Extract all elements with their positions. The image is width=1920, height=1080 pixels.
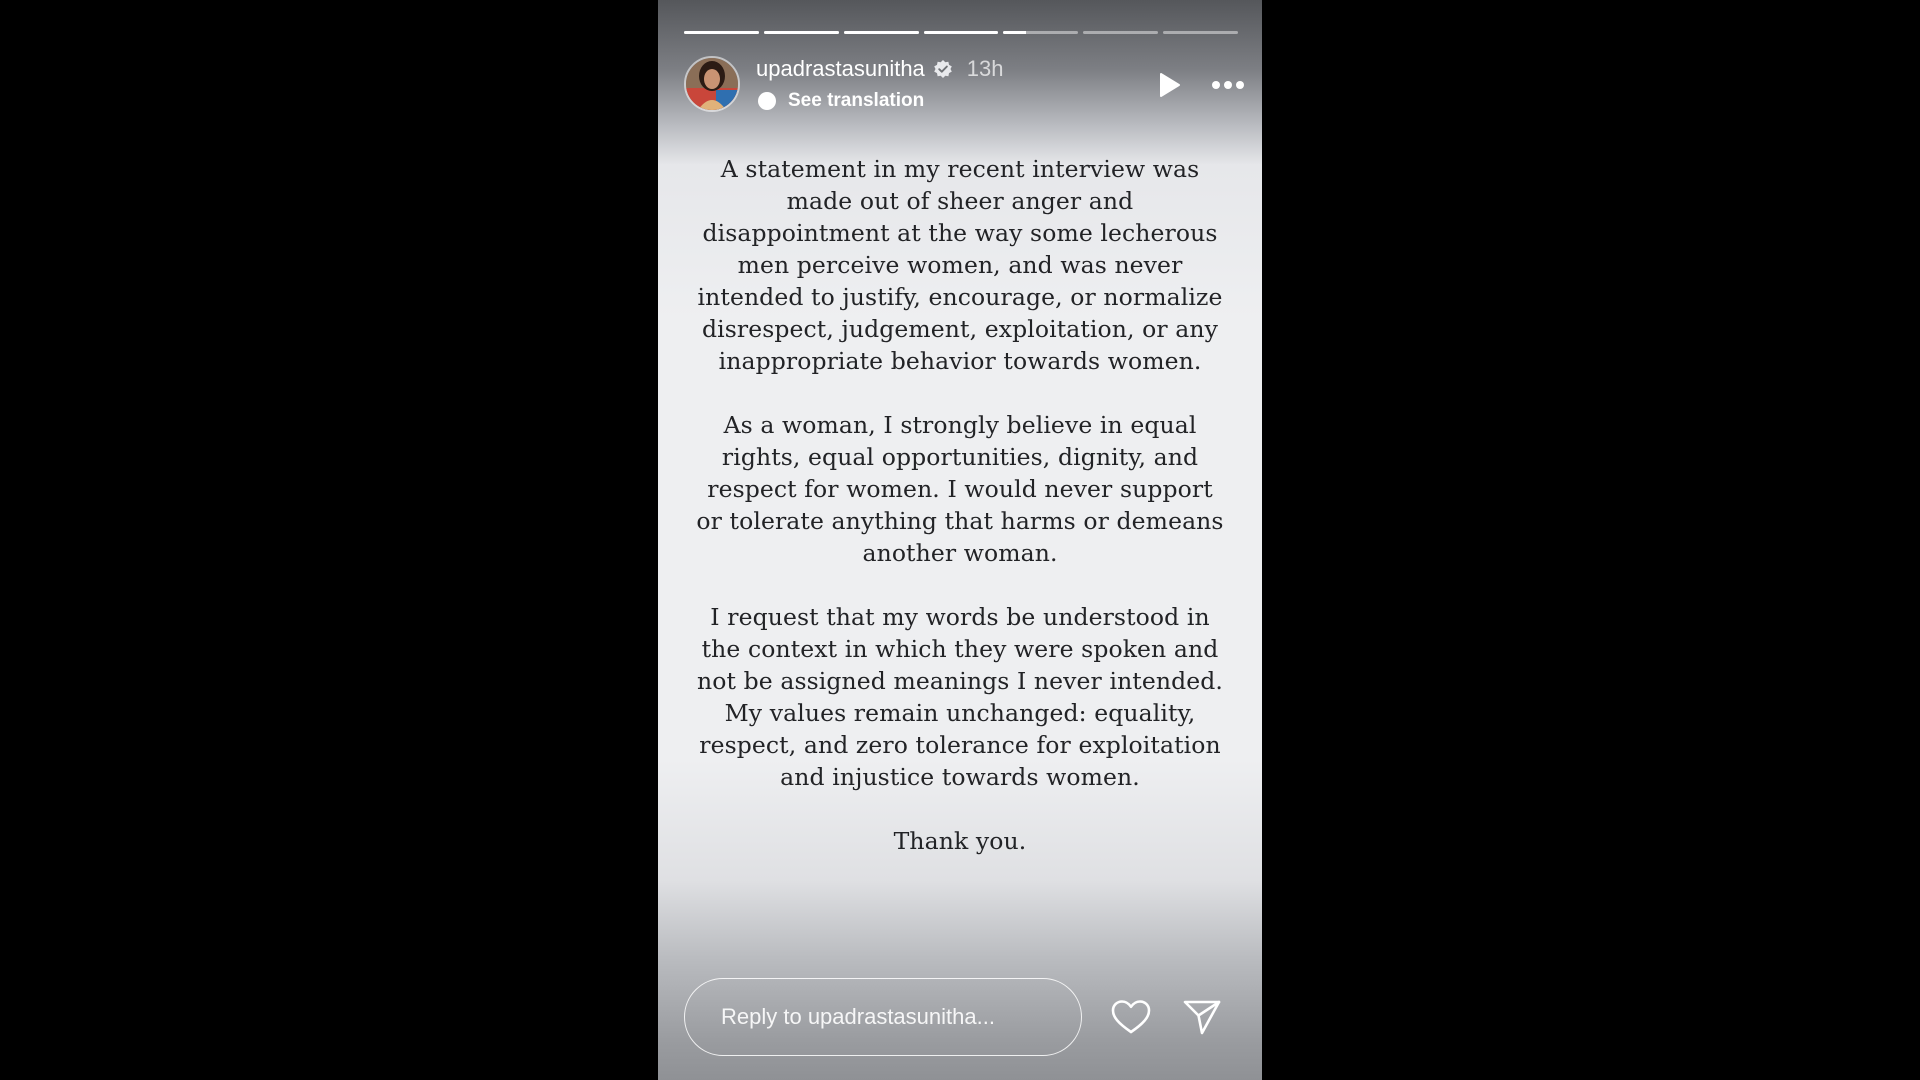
progress-segment bbox=[684, 31, 759, 34]
more-options-icon[interactable] bbox=[1208, 70, 1248, 100]
translate-icon bbox=[758, 92, 776, 110]
statement-paragraph: I request that my words be understood in… bbox=[697, 603, 1223, 791]
progress-segment bbox=[1083, 31, 1159, 34]
username-row: upadrastasunitha 13h bbox=[756, 56, 1004, 82]
progress-fill bbox=[923, 31, 999, 34]
progress-fill bbox=[763, 31, 839, 34]
post-time: 13h bbox=[966, 56, 1004, 81]
reply-box[interactable] bbox=[684, 978, 1082, 1056]
progress-segment bbox=[843, 31, 919, 34]
story-statement: A statement in my recent interview was m… bbox=[688, 153, 1232, 857]
see-translation-label: See translation bbox=[788, 90, 925, 111]
story-progress-bar bbox=[684, 31, 1239, 34]
progress-segment bbox=[1163, 31, 1239, 34]
progress-fill bbox=[843, 31, 919, 34]
heart-icon[interactable] bbox=[1110, 998, 1152, 1036]
verified-badge-icon bbox=[933, 60, 952, 78]
progress-segment bbox=[1003, 31, 1079, 34]
statement-paragraph: As a woman, I strongly believe in equal … bbox=[696, 411, 1224, 567]
viewer-background: upadrastasunitha 13h See translation A s… bbox=[0, 0, 1920, 1080]
see-translation-button[interactable]: See translation bbox=[758, 90, 924, 112]
statement-closing: Thank you. bbox=[893, 827, 1027, 855]
play-icon[interactable] bbox=[1154, 70, 1184, 100]
progress-segment bbox=[923, 31, 999, 34]
story-card[interactable]: upadrastasunitha 13h See translation A s… bbox=[658, 0, 1262, 1080]
statement-paragraph: A statement in my recent interview was m… bbox=[697, 155, 1223, 375]
send-icon[interactable] bbox=[1182, 998, 1222, 1036]
avatar[interactable] bbox=[684, 56, 740, 112]
progress-fill bbox=[684, 31, 759, 34]
reply-input[interactable] bbox=[721, 1004, 1061, 1030]
username[interactable]: upadrastasunitha bbox=[756, 56, 925, 82]
progress-fill bbox=[1003, 31, 1026, 34]
avatar-image bbox=[686, 58, 738, 110]
progress-segment bbox=[763, 31, 839, 34]
story-header: upadrastasunitha 13h See translation bbox=[684, 54, 1244, 114]
